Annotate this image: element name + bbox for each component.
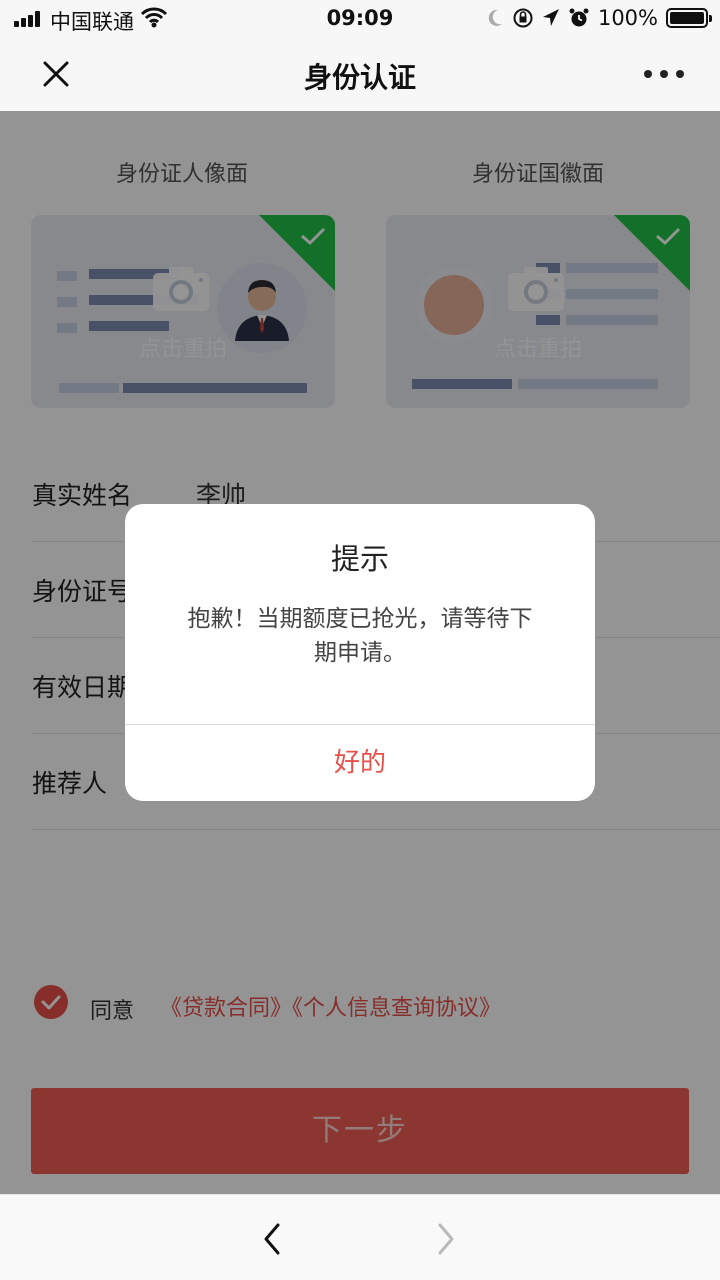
moon-icon [488,9,502,26]
battery-icon [666,8,712,28]
battery-percent: 100% [597,6,658,30]
back-icon[interactable] [254,1219,290,1259]
location-icon [542,9,559,26]
dialog-message: 抱歉！当期额度已抢光，请等待下期申请。 [187,606,533,666]
status-bar: 中国联通 09:09 100% [0,0,720,36]
more-icon[interactable] [644,56,684,92]
alarm-icon [569,8,589,27]
forward-icon[interactable] [428,1219,464,1259]
browser-toolbar [0,1194,720,1280]
alert-dialog: 提示 抱歉！当期额度已抢光，请等待下期申请。 好的 [125,504,595,801]
dialog-title: 提示 [330,542,389,576]
nav-bar: 身份认证 [0,36,720,111]
dialog-ok-button[interactable]: 好的 [125,725,595,801]
page-title: 身份认证 [303,61,416,94]
lock-rotation-icon [513,8,533,28]
